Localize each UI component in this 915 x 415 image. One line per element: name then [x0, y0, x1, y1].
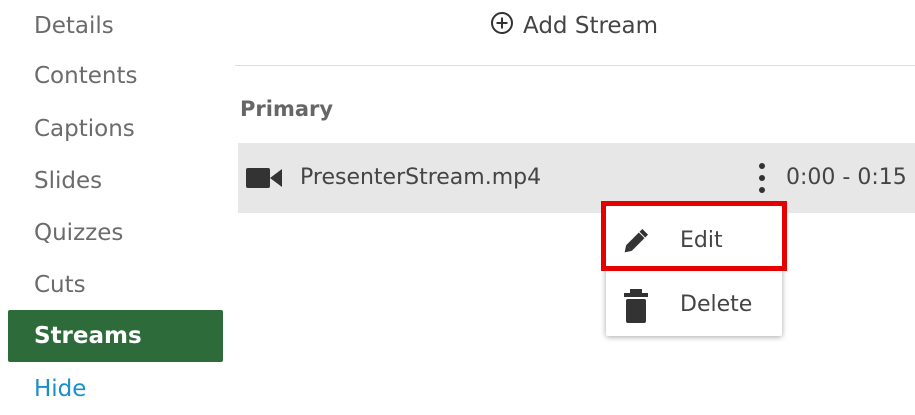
sidebar-item-label: Hide: [34, 376, 87, 402]
sidebar-item-label: Streams: [34, 323, 142, 349]
delete-label: Delete: [680, 292, 753, 317]
sidebar-item-label: Captions: [34, 116, 135, 142]
stream-row[interactable]: PresenterStream.mp4 0:00 - 0:15: [238, 143, 915, 213]
sidebar-item-details[interactable]: Details: [8, 0, 223, 52]
trash-icon: [620, 289, 652, 327]
sidebar-item-label: Quizzes: [34, 220, 124, 246]
sidebar-item-contents[interactable]: Contents: [8, 50, 223, 102]
sidebar-item-hide[interactable]: Hide: [8, 363, 223, 415]
pencil-icon: [620, 225, 652, 261]
stream-file-name: PresenterStream.mp4: [300, 165, 542, 190]
add-stream-button[interactable]: Add Stream: [490, 8, 658, 44]
context-menu: Edit Delete: [606, 206, 782, 336]
section-title-primary: Primary: [240, 97, 334, 121]
edit-menu-item[interactable]: Edit: [606, 210, 782, 272]
sidebar-item-label: Slides: [34, 168, 103, 194]
sidebar-item-captions[interactable]: Captions: [8, 103, 223, 155]
sidebar-item-label: Cuts: [34, 272, 86, 298]
edit-label: Edit: [680, 228, 723, 253]
sidebar-item-cuts[interactable]: Cuts: [8, 259, 223, 311]
sidebar-item-quizzes[interactable]: Quizzes: [8, 207, 223, 259]
sidebar-item-streams[interactable]: Streams: [8, 310, 223, 362]
sidebar-item-label: Contents: [34, 63, 138, 89]
add-stream-label: Add Stream: [523, 13, 659, 39]
delete-menu-item[interactable]: Delete: [606, 274, 782, 336]
plus-circle-icon: [490, 11, 514, 41]
stream-time-range: 0:00 - 0:15: [786, 165, 907, 190]
divider: [235, 65, 915, 66]
sidebar-item-label: Details: [34, 13, 114, 39]
sidebar-nav: Details Contents Captions Slides Quizzes…: [0, 0, 230, 405]
sidebar-item-slides[interactable]: Slides: [8, 155, 223, 207]
more-options-icon[interactable]: [754, 161, 770, 195]
video-camera-icon: [246, 166, 282, 194]
